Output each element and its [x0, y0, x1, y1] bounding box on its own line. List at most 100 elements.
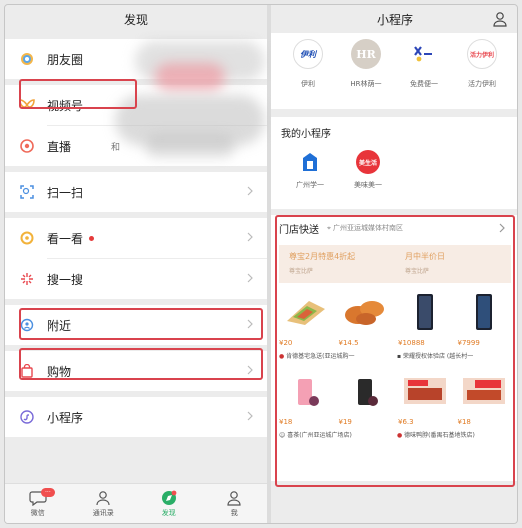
menu-item-label: 看一看: [47, 231, 84, 246]
menu-item-mini-programs[interactable]: 小程序: [5, 397, 267, 437]
shop-name[interactable]: ☺ 喜茶(广州亚运城广场店): [279, 430, 393, 439]
menu-group-nearby: 附近: [5, 305, 267, 345]
scan-icon: [19, 184, 35, 200]
menu-item-shopping[interactable]: 购物: [5, 351, 267, 391]
search-icon: [19, 271, 35, 287]
profile-icon[interactable]: [493, 11, 507, 27]
blurred-overlay: [145, 135, 235, 157]
top-stories-icon: [19, 230, 35, 246]
recent-mini-programs: 伊利 伊利 HR HR林荫一 免费便一 活力伊利 活力伊利: [271, 33, 517, 109]
chevron-right-icon: [247, 365, 253, 375]
product-tile[interactable]: ¥19: [339, 370, 393, 426]
shop-name[interactable]: ● 肯德基宅急送(亚运城购一: [279, 351, 393, 360]
tab-label: 通讯录: [92, 508, 114, 517]
mini-program-icon: [19, 409, 35, 425]
product-price: ¥14.5: [338, 339, 359, 347]
menu-item-search[interactable]: 搜一搜: [5, 259, 267, 299]
discover-pane: 发现 朋友圈 视频号 直播 和 扫一扫 看一看 搜一搜 附近 购物 小程序 ··…: [5, 5, 267, 523]
product-row: ¥20 ¥14.5 ¥10888 ¥7999: [279, 291, 511, 347]
app-name: 广州学一: [296, 181, 324, 189]
product-tile[interactable]: ¥6.3: [398, 370, 452, 426]
product-price: ¥18: [457, 418, 471, 426]
menu-group-shopping: 购物: [5, 351, 267, 391]
store-delivery-card[interactable]: 门店快送 ⌖ 广州亚运城媒体村南区 尊宝2月特惠4折起 尊宝比萨 月中半价日 尊…: [271, 215, 517, 481]
wrap-product-image: [279, 291, 333, 333]
my-app-meishenghuo[interactable]: 美生活 美味美一: [339, 150, 397, 190]
chevron-right-icon: [247, 232, 253, 242]
duck-neck-image: [398, 370, 452, 412]
page-title: 发现: [123, 12, 148, 27]
phone-image: [458, 291, 512, 333]
tea-drink-image: [279, 370, 333, 412]
store-location: 广州亚运城媒体村南区: [332, 224, 403, 232]
shop-name[interactable]: ● 德味鸭脖(番禺石基地铁店): [397, 430, 511, 439]
app-name: HR林荫一: [350, 80, 382, 88]
live-icon: [19, 138, 35, 154]
recent-app-huoli-yili[interactable]: 活力伊利 活力伊利: [453, 39, 511, 109]
my-mini-programs: 我的小程序 广州学一 美生活 美味美一: [271, 117, 517, 209]
chevron-right-icon: [247, 411, 253, 421]
promo-subtitle: 尊宝比萨: [405, 268, 430, 275]
chicken-wings-image: [339, 291, 393, 333]
me-icon: [227, 490, 241, 506]
location-pin-icon: ⌖: [327, 223, 331, 232]
menu-group-scan: 扫一扫: [5, 172, 267, 212]
guangzhou-logo-icon: [298, 150, 322, 174]
discover-header: 发现: [5, 5, 267, 33]
hr-logo-icon: HR: [351, 39, 381, 69]
mini-programs-pane: 小程序 伊利 伊利 HR HR林荫一 免费便一 活力伊利 活力伊利 我的小程序 …: [271, 5, 517, 523]
product-price: ¥7999: [457, 339, 480, 347]
menu-item-top-stories[interactable]: 看一看: [5, 218, 267, 258]
tab-me[interactable]: 我: [202, 484, 268, 523]
menu-item-scan[interactable]: 扫一扫: [5, 172, 267, 212]
product-tile[interactable]: ¥18: [279, 370, 333, 426]
promo-item[interactable]: 尊宝2月特惠4折起 尊宝比萨: [279, 245, 395, 283]
app-name: 美味美一: [354, 181, 382, 189]
unread-badge: ···: [41, 488, 55, 497]
moments-icon: [19, 51, 35, 67]
menu-item-label: 视频号: [47, 98, 84, 113]
product-row: ¥18 ¥19 ¥6.3 ¥18: [279, 370, 511, 426]
recent-app-yili[interactable]: 伊利 伊利: [279, 39, 337, 109]
promo-item[interactable]: 月中半价日 尊宝比萨: [395, 245, 511, 283]
tab-label: 发现: [161, 508, 176, 517]
blurred-overlay: [155, 63, 225, 91]
channels-icon: [19, 97, 35, 113]
tab-contacts[interactable]: 通讯录: [71, 484, 137, 523]
product-price: ¥20: [279, 339, 293, 347]
shop-name[interactable]: ▪ 荣耀授权体验店 (越长村一: [397, 351, 511, 360]
chevron-right-icon: [247, 319, 253, 329]
discover-icon: [161, 490, 177, 505]
phone-image: [398, 291, 452, 333]
tea-drink-image: [339, 370, 393, 412]
product-tile[interactable]: ¥14.5: [339, 291, 393, 347]
app-name: 活力伊利: [468, 80, 496, 88]
product-tile[interactable]: ¥18: [458, 370, 512, 426]
my-app-guangzhou[interactable]: 广州学一: [281, 150, 339, 190]
menu-item-label: 附近: [47, 318, 72, 333]
product-tile[interactable]: ¥10888: [398, 291, 452, 347]
menu-item-label: 购物: [47, 364, 72, 379]
section-title: 我的小程序: [281, 129, 331, 140]
meishenghuo-logo-icon: 美生活: [356, 150, 380, 174]
huoli-yili-logo-icon: 活力伊利: [467, 39, 497, 69]
screenshot-frame: 发现 朋友圈 视频号 直播 和 扫一扫 看一看 搜一搜 附近 购物 小程序 ··…: [4, 4, 518, 524]
product-tile[interactable]: ¥7999: [458, 291, 512, 347]
product-price: ¥19: [338, 418, 352, 426]
product-tile[interactable]: ¥20: [279, 291, 333, 347]
tab-label: 微信: [30, 508, 45, 517]
tab-chats[interactable]: ··· 微信: [5, 484, 71, 523]
yili-logo-icon: 伊利: [293, 39, 323, 69]
menu-item-label: 扫一扫: [47, 185, 84, 200]
heytea-logo-icon: ☺: [279, 432, 286, 439]
tab-discover[interactable]: 发现: [136, 484, 202, 523]
chevron-right-icon[interactable]: [499, 223, 505, 233]
menu-group-browse: 看一看 搜一搜: [5, 218, 267, 299]
recent-app-mascot[interactable]: 免费便一: [395, 39, 453, 109]
menu-item-nearby[interactable]: 附近: [5, 305, 267, 345]
store-delivery-title: 门店快送: [279, 224, 319, 236]
promo-banner[interactable]: 尊宝2月特惠4折起 尊宝比萨 月中半价日 尊宝比萨: [279, 245, 511, 283]
recent-app-hr[interactable]: HR HR林荫一: [337, 39, 395, 109]
page-title: 小程序: [376, 12, 413, 27]
menu-group-mini-programs: 小程序: [5, 397, 267, 437]
